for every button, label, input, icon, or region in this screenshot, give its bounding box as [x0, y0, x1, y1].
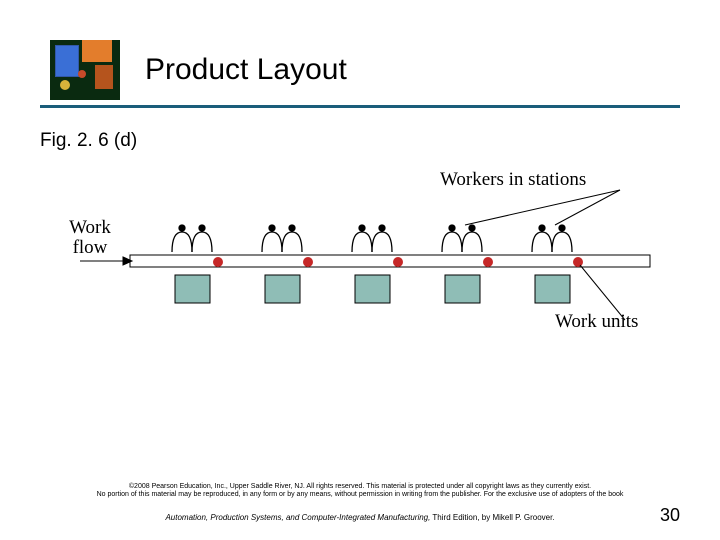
label-workers: Workers in stations: [440, 170, 586, 190]
title-rule: [40, 105, 680, 108]
page-title: Product Layout: [145, 53, 347, 87]
slide: Product Layout Fig. 2. 6 (d): [0, 0, 720, 540]
figure-label: Fig. 2. 6 (d): [40, 130, 137, 152]
logo-image: [50, 40, 120, 100]
product-layout-diagram: Workers in stations Work flow Work units: [60, 170, 660, 350]
copyright-text: ©2008 Pearson Education, Inc., Upper Sad…: [40, 483, 680, 501]
book-citation: Automation, Production Systems, and Comp…: [40, 513, 680, 522]
page-number: 30: [660, 505, 680, 526]
label-workunits: Work units: [555, 312, 638, 332]
label-workflow: Work flow: [60, 218, 120, 258]
